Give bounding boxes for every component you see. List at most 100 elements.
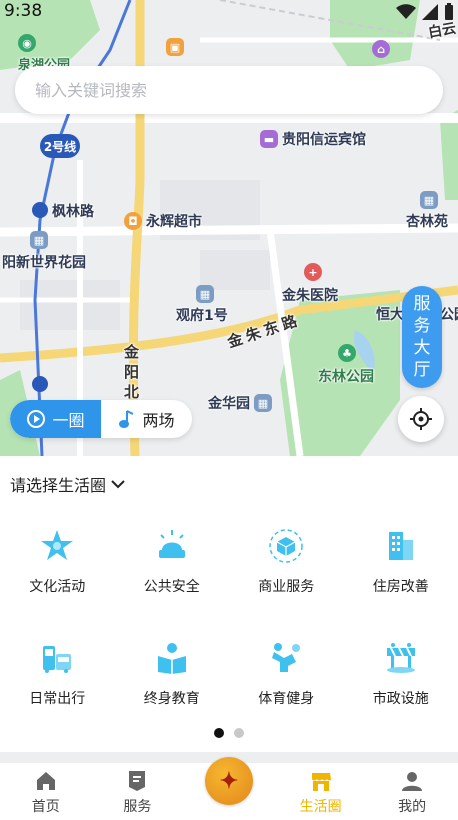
tab-home-label: 首页 xyxy=(31,799,60,815)
battery-icon xyxy=(445,3,453,20)
category-housing-label: 住房改善 xyxy=(372,579,429,595)
poi-fenglin-road-label: 枫林路 xyxy=(52,204,94,220)
search-bar[interactable] xyxy=(15,66,443,114)
tab-center-logo[interactable]: ✦ xyxy=(183,757,275,820)
alarm-icon xyxy=(152,526,192,566)
category-daily-travel-label: 日常出行 xyxy=(29,691,86,707)
toggle-option-two-venues[interactable]: 两场 xyxy=(101,400,192,438)
poi-xinglin-pin[interactable]: ▦ xyxy=(420,191,438,209)
poi-jinhua-garden[interactable]: 金华园 ▦ xyxy=(208,393,272,413)
poi-world-garden-pin[interactable]: ▦ xyxy=(30,231,48,249)
category-sports-fitness-label: 体育健身 xyxy=(258,691,315,707)
tab-life-circle-label: 生活圈 xyxy=(299,799,342,815)
bed-icon: ▬ xyxy=(260,130,278,148)
tab-service[interactable]: 服务 xyxy=(92,763,184,820)
status-icons xyxy=(396,3,454,21)
circle-toggle: 一圈 两场 xyxy=(10,400,192,438)
poi-park-right: 公园 xyxy=(440,307,458,323)
shopping-bag-icon: ▣ xyxy=(166,38,184,56)
chevron-down-icon xyxy=(111,480,125,489)
signal-icon xyxy=(422,4,438,20)
category-lifelong-education[interactable]: 终身教育 xyxy=(115,638,230,708)
home-icon xyxy=(34,769,58,793)
crosshair-icon xyxy=(410,408,432,430)
building-pin-icon: ▦ xyxy=(30,231,48,249)
building-pin-icon: ▦ xyxy=(196,285,214,303)
poi-purple-top[interactable]: ⌂ xyxy=(372,40,390,58)
landmark-icon: ⌂ xyxy=(372,40,390,58)
category-public-safety[interactable]: 公共安全 xyxy=(115,526,230,596)
category-grid: 文化活动 公共安全 商业服务 住房改善 日常出行 终身教育 体育健身 市政设施 xyxy=(0,526,458,708)
service-hall-char-2: 务 xyxy=(413,316,431,336)
category-municipal-facilities[interactable]: 市政设施 xyxy=(344,638,458,708)
category-sports-fitness[interactable]: 体育健身 xyxy=(229,638,344,708)
toggle-option-two-venues-label: 两场 xyxy=(142,411,175,430)
search-input[interactable] xyxy=(35,80,443,100)
status-time: 9:38 xyxy=(4,1,43,21)
tab-bar: 首页 服务 ✦ 生活圈 我的 xyxy=(0,757,458,820)
toggle-option-one-circle[interactable]: 一圈 xyxy=(10,400,101,438)
category-daily-travel[interactable]: 日常出行 xyxy=(0,638,115,708)
category-public-safety-label: 公共安全 xyxy=(143,579,200,595)
category-municipal-facilities-label: 市政设施 xyxy=(372,691,429,707)
poi-new-world-garden: 阳新世界花园 xyxy=(2,255,86,271)
tab-life-circle[interactable]: 生活圈 xyxy=(275,763,367,820)
fitness-icon xyxy=(266,638,306,678)
life-circle-panel: 请选择生活圈 文化活动 公共安全 商业服务 住房改善 日常出行 终身教育 体育健… xyxy=(0,456,458,752)
poi-yonghui-market[interactable]: ◘ 永辉超市 xyxy=(124,211,202,231)
tab-mine[interactable]: 我的 xyxy=(366,763,458,820)
category-commercial-label: 商业服务 xyxy=(258,579,315,595)
play-circle-icon xyxy=(27,410,46,428)
category-lifelong-education-label: 终身教育 xyxy=(143,691,200,707)
tab-home[interactable]: 首页 xyxy=(0,763,92,820)
building-pin-icon: ▦ xyxy=(420,191,438,209)
page-dot-2[interactable] xyxy=(234,728,244,738)
category-housing[interactable]: 住房改善 xyxy=(344,526,458,596)
poi-quanhu-park[interactable]: ◉ xyxy=(18,34,36,52)
poi-fenglin-road[interactable]: 枫林路 xyxy=(52,201,94,221)
poi-guanfu-pin[interactable]: ▦ xyxy=(196,285,214,303)
barrier-icon xyxy=(381,638,421,678)
building-icon xyxy=(381,526,421,566)
poi-donglin-pin[interactable]: ♣ xyxy=(338,344,356,362)
reading-icon xyxy=(152,638,192,678)
wifi-icon xyxy=(396,4,416,19)
page-dot-1[interactable] xyxy=(214,728,224,738)
tab-mine-label: 我的 xyxy=(398,799,427,815)
poi-jinzhu-hospital-pin[interactable]: + xyxy=(304,263,322,281)
service-hall-char-1: 服 xyxy=(413,294,431,314)
metro-line-badge: 2号线 xyxy=(40,134,80,158)
shop-icon xyxy=(309,769,333,793)
poi-jinhua-garden-label: 金华园 xyxy=(208,396,250,412)
bus-icon xyxy=(37,638,77,678)
locate-button[interactable] xyxy=(398,396,444,442)
poi-jinzhu-hospital: 金朱医院 xyxy=(282,288,338,304)
poi-xinglin-yuan: 杏林苑 xyxy=(406,214,448,230)
music-note-icon xyxy=(119,410,134,428)
category-commercial[interactable]: 商业服务 xyxy=(229,526,344,596)
poi-yonghui-market-label: 永辉超市 xyxy=(146,214,202,230)
star-icon xyxy=(37,526,77,566)
tab-service-label: 服务 xyxy=(123,799,152,815)
life-circle-selector[interactable]: 请选择生活圈 xyxy=(10,472,126,496)
user-icon xyxy=(400,769,424,793)
poi-guanfu-1: 观府1号 xyxy=(176,308,228,324)
category-culture-label: 文化活动 xyxy=(29,579,86,595)
life-circle-selector-label: 请选择生活圈 xyxy=(10,476,107,495)
page-indicator xyxy=(0,728,458,738)
service-hall-button[interactable]: 服 务 大 厅 xyxy=(402,286,442,388)
status-bar: 9:38 xyxy=(0,0,458,24)
service-hall-char-3: 大 xyxy=(413,338,431,358)
cube-icon xyxy=(266,526,306,566)
document-icon xyxy=(125,769,149,793)
logo-icon: ✦ xyxy=(204,757,253,805)
building-pin-icon: ▦ xyxy=(254,394,272,412)
category-culture[interactable]: 文化活动 xyxy=(0,526,115,596)
poi-xinyun-hotel[interactable]: ▬ 贵阳信运宾馆 xyxy=(260,129,366,149)
tree-icon: ♣ xyxy=(338,344,356,362)
poi-shop-top[interactable]: ▣ xyxy=(166,38,184,56)
poi-donglin-park: 东林公园 xyxy=(318,369,374,385)
shopping-bag-icon: ◘ xyxy=(124,212,142,230)
medical-cross-icon: + xyxy=(304,263,322,281)
toggle-option-one-circle-label: 一圈 xyxy=(52,411,85,430)
